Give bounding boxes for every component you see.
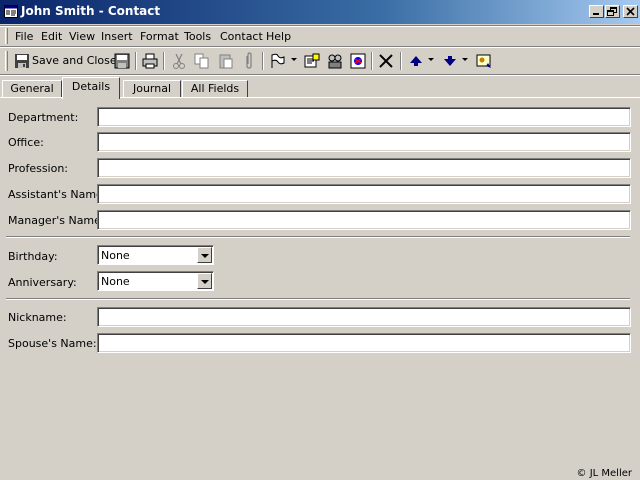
tab-journal[interactable]: Journal xyxy=(123,80,181,97)
menu-help[interactable]: Help xyxy=(266,30,291,43)
previous-item-icon[interactable] xyxy=(407,52,425,70)
spouses-name-field[interactable] xyxy=(97,333,631,353)
new-message-icon[interactable] xyxy=(303,52,321,70)
tab-general[interactable]: General xyxy=(2,80,62,97)
title-bar[interactable]: John Smith - Contact xyxy=(0,0,640,24)
save-icon[interactable] xyxy=(113,52,131,70)
office-field[interactable] xyxy=(97,132,631,152)
toolbar-bottom-separator xyxy=(0,74,640,76)
close-icon xyxy=(626,7,635,16)
toolbar-separator xyxy=(163,52,165,70)
print-icon[interactable] xyxy=(141,52,159,70)
address-card-icon[interactable] xyxy=(475,52,493,70)
toolbar-grip[interactable] xyxy=(5,51,8,71)
standard-toolbar: Save and Close xyxy=(0,48,640,74)
flag-icon[interactable] xyxy=(269,52,287,70)
previous-item-dropdown-arrow[interactable] xyxy=(428,58,434,61)
map-icon[interactable] xyxy=(349,52,367,70)
spouses-name-label: Spouse's Name: xyxy=(8,337,97,350)
minimize-button[interactable] xyxy=(589,5,604,18)
tab-general-label: General xyxy=(10,82,54,95)
copyright-notice: © JL Meller xyxy=(576,468,632,479)
cut-icon[interactable] xyxy=(170,52,188,70)
restore-icon xyxy=(607,7,617,16)
contact-card-icon xyxy=(4,5,18,18)
anniversary-label: Anniversary: xyxy=(8,276,77,289)
chevron-down-icon xyxy=(201,280,209,284)
profession-label: Profession: xyxy=(8,162,69,175)
birthday-value: None xyxy=(101,249,130,262)
paste-icon[interactable] xyxy=(217,52,235,70)
save-and-close-button[interactable]: Save and Close xyxy=(12,49,117,71)
meeting-icon[interactable] xyxy=(326,52,344,70)
anniversary-value: None xyxy=(101,275,130,288)
menu-file[interactable]: File xyxy=(15,30,33,43)
delete-icon[interactable] xyxy=(377,52,395,70)
toolbar-separator xyxy=(135,52,137,70)
save-close-icon xyxy=(15,54,29,68)
menu-insert[interactable]: Insert xyxy=(101,30,133,43)
next-item-dropdown-arrow[interactable] xyxy=(462,58,468,61)
office-label: Office: xyxy=(8,136,44,149)
attach-icon[interactable] xyxy=(240,52,258,70)
tab-journal-label: Journal xyxy=(132,82,172,95)
menu-bar: File Edit View Insert Format Tools Conta… xyxy=(0,27,640,45)
restore-button[interactable] xyxy=(605,5,620,18)
toolbar-separator xyxy=(371,52,373,70)
managers-name-label: Manager's Name: xyxy=(8,214,105,227)
menu-tools[interactable]: Tools xyxy=(184,30,211,43)
tab-details[interactable]: Details xyxy=(62,77,120,99)
anniversary-dropdown-button[interactable] xyxy=(197,273,212,289)
menu-contact[interactable]: Contact xyxy=(220,30,263,43)
next-item-icon[interactable] xyxy=(441,52,459,70)
minimize-icon xyxy=(593,13,599,15)
managers-name-field[interactable] xyxy=(97,210,631,230)
nickname-field[interactable] xyxy=(97,307,631,327)
birthday-dropdown[interactable]: None xyxy=(97,245,214,265)
assistants-name-label: Assistant's Name: xyxy=(8,188,107,201)
copy-icon[interactable] xyxy=(193,52,211,70)
anniversary-dropdown[interactable]: None xyxy=(97,271,214,291)
tab-all-fields-label: All Fields xyxy=(190,82,240,95)
assistants-name-field[interactable] xyxy=(97,184,631,204)
department-field[interactable] xyxy=(97,107,631,127)
save-and-close-label: Save and Close xyxy=(32,54,117,67)
close-button[interactable] xyxy=(623,5,638,18)
menu-grip[interactable] xyxy=(5,28,8,44)
window-title: John Smith - Contact xyxy=(21,4,161,18)
birthday-label: Birthday: xyxy=(8,250,58,263)
chevron-down-icon xyxy=(201,254,209,258)
department-label: Department: xyxy=(8,111,79,124)
menu-format[interactable]: Format xyxy=(140,30,179,43)
menu-view[interactable]: View xyxy=(69,30,95,43)
toolbar-separator xyxy=(400,52,402,70)
section-divider xyxy=(6,236,630,238)
profession-field[interactable] xyxy=(97,158,631,178)
birthday-dropdown-button[interactable] xyxy=(197,247,212,263)
section-divider xyxy=(6,298,630,300)
toolbar-separator xyxy=(262,52,264,70)
tab-all-fields[interactable]: All Fields xyxy=(182,80,248,97)
nickname-label: Nickname: xyxy=(8,311,67,324)
menu-edit[interactable]: Edit xyxy=(41,30,62,43)
tab-details-label: Details xyxy=(71,80,111,93)
flag-dropdown-arrow[interactable] xyxy=(291,58,297,61)
